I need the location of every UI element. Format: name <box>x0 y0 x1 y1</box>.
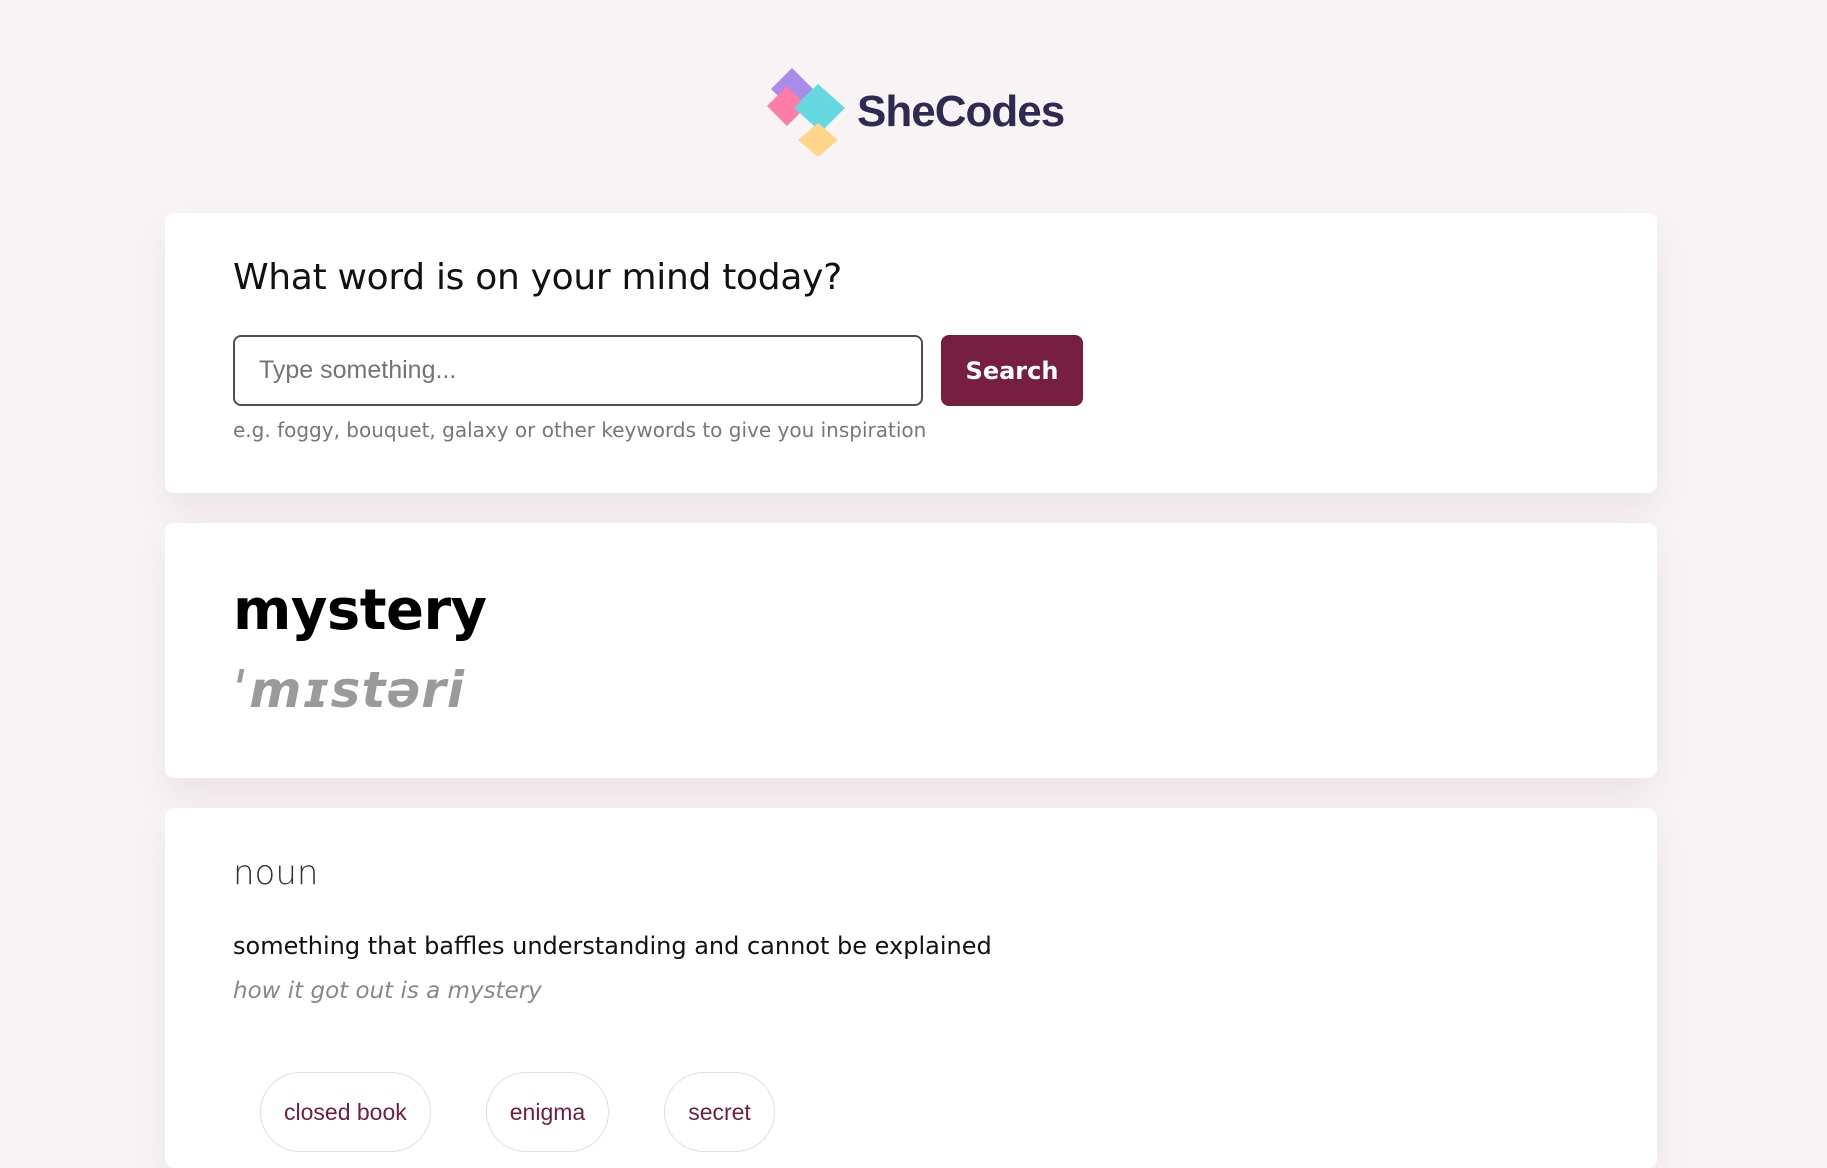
search-question: What word is on your mind today? <box>233 257 842 298</box>
dictionary-page: SheCodes What word is on your mind today… <box>0 0 1827 1168</box>
example-text: how it got out is a mystery <box>233 978 542 1004</box>
phonetic-text: ˈmɪstəri <box>233 661 466 719</box>
search-hint: e.g. foggy, bouquet, galaxy or other key… <box>233 418 927 442</box>
shecodes-logo[interactable]: SheCodes <box>763 66 1065 156</box>
synonym-button-enigma[interactable]: enigma <box>485 1072 610 1152</box>
synonym-button-closed-book[interactable]: closed book <box>260 1072 431 1152</box>
synonym-button-secret[interactable]: secret <box>664 1072 775 1152</box>
meaning-card: noun something that baffles understandin… <box>165 808 1657 1168</box>
logo-text: SheCodes <box>857 87 1065 136</box>
search-card: What word is on your mind today? Search … <box>165 213 1657 493</box>
part-of-speech: noun <box>233 853 319 893</box>
word-title: mystery <box>233 578 487 643</box>
synonym-list: closed book enigma secret <box>260 1072 775 1152</box>
shecodes-logo-icon <box>767 68 845 156</box>
search-button[interactable]: Search <box>941 335 1083 406</box>
logo-yellow-diamond <box>798 123 838 156</box>
search-input[interactable] <box>233 335 923 406</box>
word-card: mystery ˈmɪstəri <box>165 523 1657 778</box>
search-form: Search <box>233 335 1083 406</box>
definition-text: something that baffles understanding and… <box>233 932 992 960</box>
